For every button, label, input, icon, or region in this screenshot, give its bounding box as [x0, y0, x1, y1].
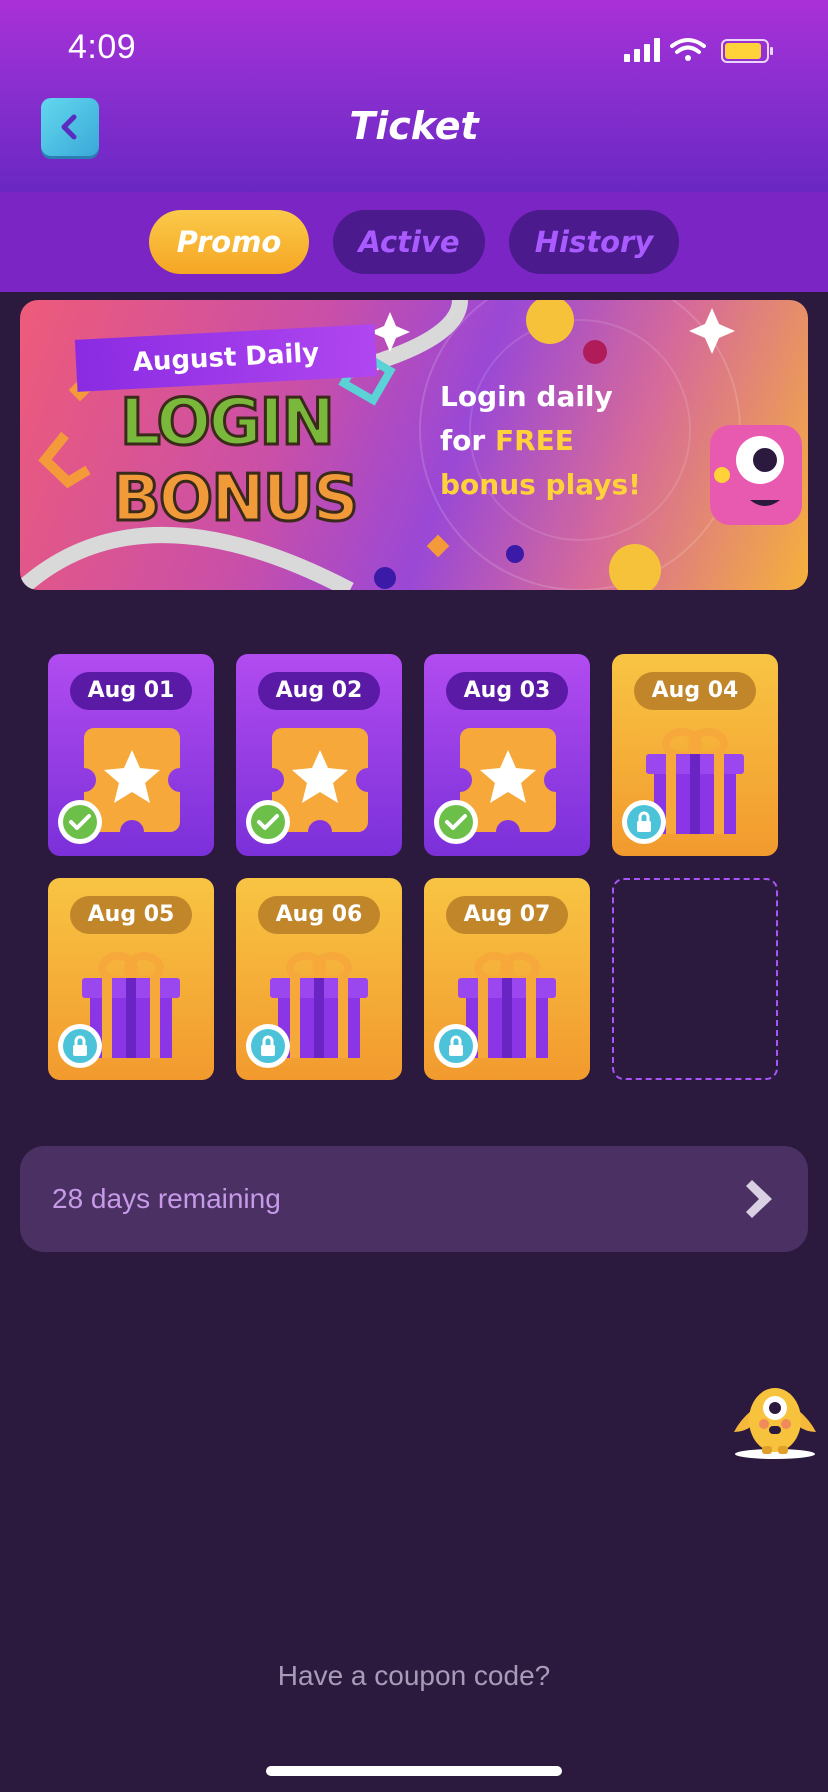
day-label: Aug 05	[70, 896, 192, 934]
lock-badge-icon	[434, 1024, 478, 1068]
check-badge-icon	[246, 800, 290, 844]
signal-icon	[624, 38, 660, 62]
page-title: Ticket	[349, 104, 479, 148]
day-label: Aug 03	[446, 672, 568, 710]
tab-promo[interactable]: Promo	[149, 210, 309, 274]
day-label: Aug 01	[70, 672, 192, 710]
day-card-aug-03[interactable]: Aug 03	[424, 654, 590, 856]
day-card-aug-02[interactable]: Aug 02	[236, 654, 402, 856]
banner-line-2-prefix: for	[440, 424, 495, 457]
coupon-code-link[interactable]: Have a coupon code?	[0, 1660, 828, 1692]
days-remaining-text: 28 days remaining	[52, 1183, 281, 1214]
banner-line-1: Login daily	[440, 380, 613, 413]
banner-line-3: bonus plays!	[440, 468, 641, 501]
lock-badge-icon	[58, 1024, 102, 1068]
tab-bar: Promo Active History	[0, 192, 828, 292]
monster-icon	[710, 425, 802, 525]
day-card-placeholder	[612, 878, 778, 1080]
wifi-icon	[670, 38, 706, 61]
day-card-aug-01[interactable]: Aug 01	[48, 654, 214, 856]
status-icons	[614, 34, 794, 66]
status-time: 4:09	[68, 28, 137, 66]
day-label: Aug 07	[446, 896, 568, 934]
days-remaining-row[interactable]: 28 days remaining	[20, 1146, 808, 1252]
banner-line-2-highlight: FREE	[494, 424, 574, 457]
login-bonus-grid: Aug 01 Aug 02 Aug 03 Aug 04 Aug 05 Aug 0…	[48, 654, 780, 1082]
day-label: Aug 02	[258, 672, 380, 710]
header: 4:09 Ticket	[0, 0, 828, 192]
day-card-aug-06[interactable]: Aug 06	[236, 878, 402, 1080]
promo-banner[interactable]: August Daily LOGIN BONUS Login daily for…	[20, 300, 808, 590]
tab-active[interactable]: Active	[333, 210, 485, 274]
day-card-aug-05[interactable]: Aug 05	[48, 878, 214, 1080]
home-indicator	[266, 1766, 562, 1776]
mascot-icon[interactable]	[732, 1380, 818, 1460]
check-badge-icon	[58, 800, 102, 844]
banner-headline-login: LOGIN	[119, 385, 337, 462]
day-card-aug-07[interactable]: Aug 07	[424, 878, 590, 1080]
chevron-right-icon	[746, 1180, 772, 1218]
lock-badge-icon	[246, 1024, 290, 1068]
check-badge-icon	[434, 800, 478, 844]
battery-icon	[721, 39, 773, 63]
banner-line-2: for FREE	[440, 424, 574, 457]
tab-history[interactable]: History	[509, 210, 679, 274]
day-card-aug-04[interactable]: Aug 04	[612, 654, 778, 856]
banner-headline-bonus: BONUS	[111, 461, 361, 538]
lock-badge-icon	[622, 800, 666, 844]
day-label: Aug 06	[258, 896, 380, 934]
day-label: Aug 04	[634, 672, 756, 710]
